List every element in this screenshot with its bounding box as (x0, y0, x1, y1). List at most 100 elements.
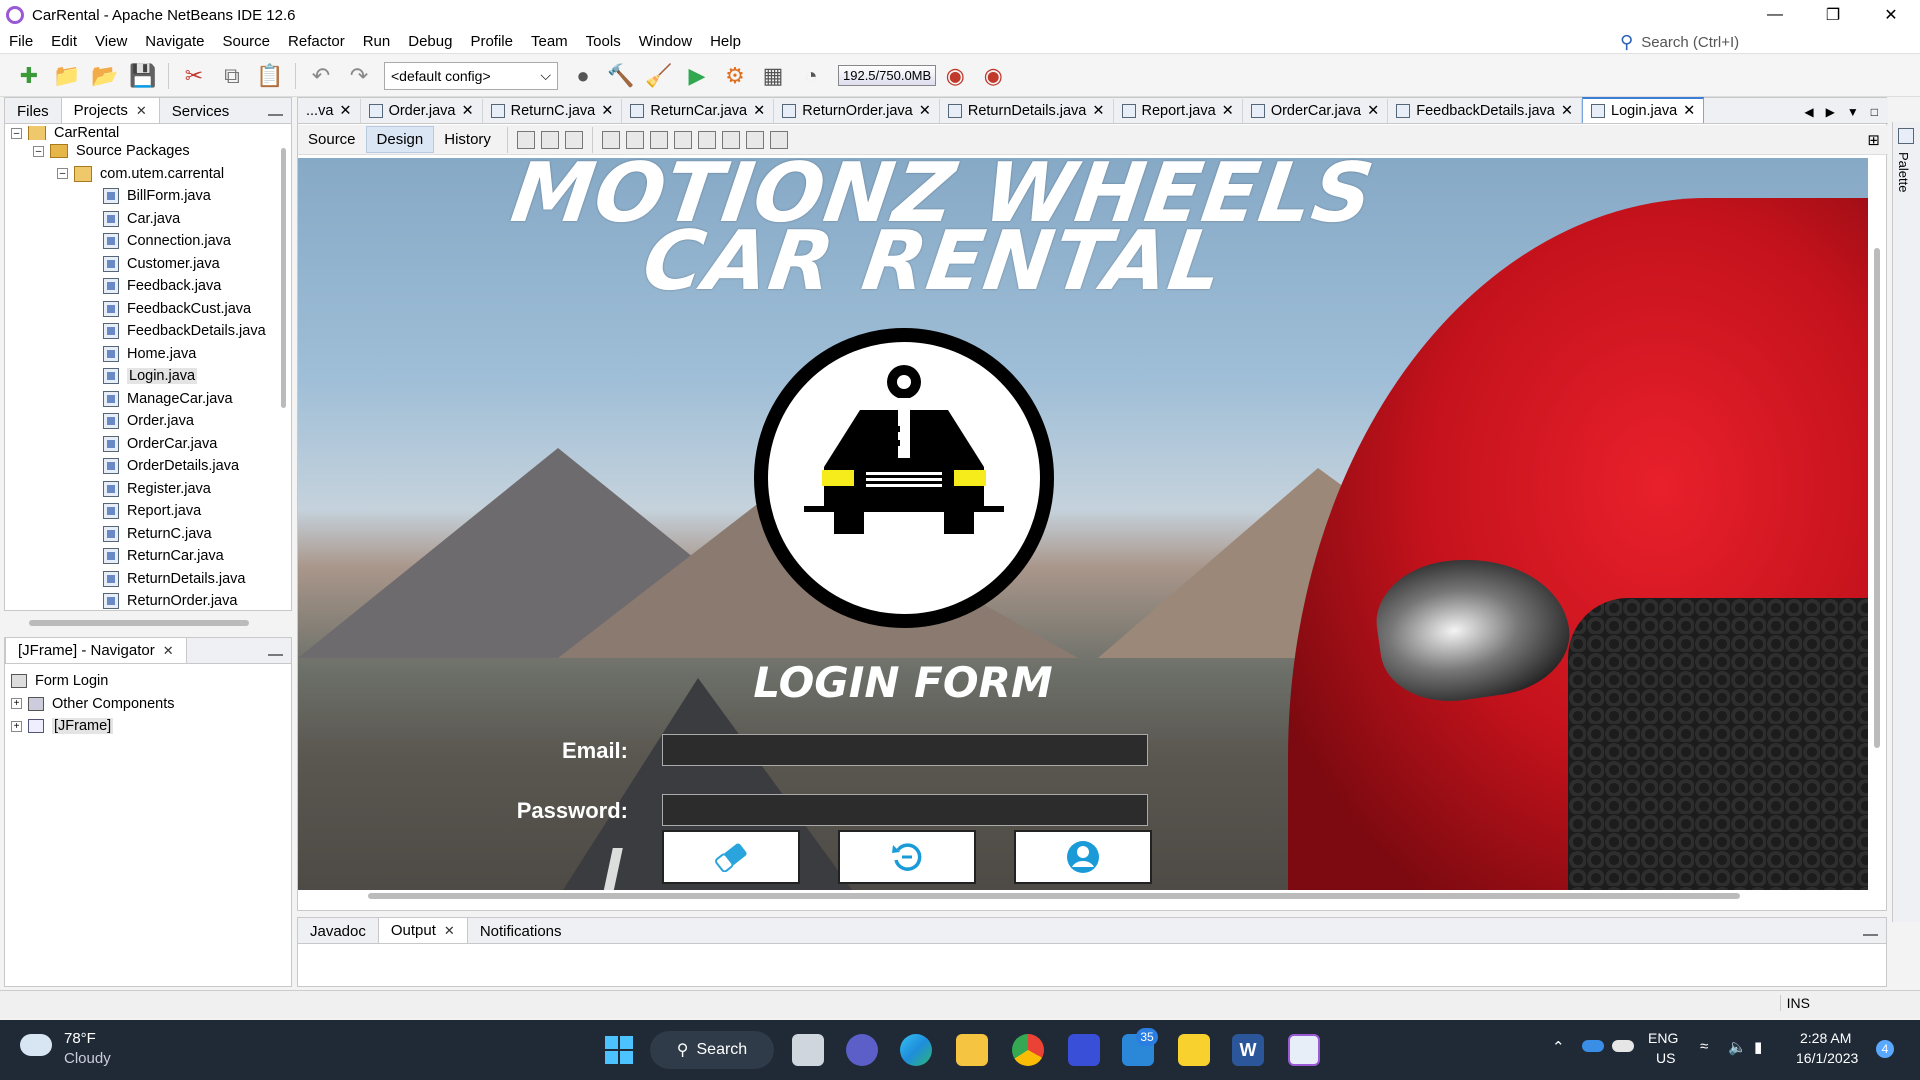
tree-file[interactable]: FeedbackCust.java (5, 298, 291, 321)
align-middle-icon[interactable] (721, 130, 740, 149)
new-project-icon[interactable]: 📁 (52, 61, 82, 91)
design-canvas[interactable]: MOTIONZ WHEELS CAR RENTAL LOGIN FORM Ema… (298, 158, 1868, 890)
undo-icon[interactable]: ↶ (306, 61, 336, 91)
editor-tab[interactable]: Report.java ✕ (1114, 99, 1243, 123)
pen-app-icon[interactable] (1068, 1034, 1100, 1066)
editor-tab-active[interactable]: Login.java ✕ (1582, 97, 1705, 123)
tree-file[interactable]: Register.java (5, 478, 291, 501)
netbeans-taskbar-icon[interactable] (1288, 1034, 1320, 1066)
collapse-icon[interactable]: – (33, 145, 44, 157)
weather-temp[interactable]: 78°F (64, 1030, 96, 1047)
profiler-gauge-icon[interactable]: ◔ (796, 61, 826, 91)
word-icon[interactable]: W (1232, 1034, 1264, 1066)
menu-profile[interactable]: Profile (461, 33, 522, 50)
collapse-icon[interactable]: – (57, 168, 68, 180)
editor-tab[interactable]: ReturnDetails.java ✕ (940, 99, 1114, 123)
gc-snapshot-icon[interactable]: ◉ (978, 61, 1008, 91)
build-icon[interactable]: 🔨 (606, 61, 636, 91)
tab-files[interactable]: Files (5, 99, 61, 123)
tree-file[interactable]: Home.java (5, 343, 291, 366)
close-icon[interactable]: ✕ (1367, 103, 1379, 119)
menu-view[interactable]: View (86, 33, 136, 50)
tree-file[interactable]: Feedback.java (5, 275, 291, 298)
cloud-icon[interactable] (1612, 1040, 1634, 1052)
nav-jframe[interactable]: + [JFrame] (5, 715, 291, 738)
taskbar-search[interactable]: ⚲ Search (650, 1031, 774, 1069)
tab-services[interactable]: Services (160, 99, 242, 123)
sticky-notes-icon[interactable] (1178, 1034, 1210, 1066)
editor-tab[interactable]: Order.java ✕ (361, 99, 483, 123)
edge-icon[interactable] (900, 1034, 932, 1066)
tree-file[interactable]: OrderCar.java (5, 433, 291, 456)
menu-refactor[interactable]: Refactor (279, 33, 354, 50)
tree-file[interactable]: ReturnOrder.java (5, 590, 291, 613)
run-icon[interactable]: ▶ (682, 61, 712, 91)
minimize-button[interactable]: — (1746, 0, 1804, 30)
palette-icon[interactable] (1898, 128, 1914, 144)
open-project-icon[interactable]: 📂 (90, 61, 120, 91)
nav-form-login[interactable]: Form Login (5, 670, 291, 693)
config-select[interactable]: <default config> ⌵ (384, 61, 558, 90)
selection-mode-icon[interactable] (516, 130, 535, 149)
menu-edit[interactable]: Edit (42, 33, 86, 50)
weather-desc[interactable]: Cloudy (64, 1050, 111, 1067)
ide-search[interactable]: ⚲ Search (Ctrl+I) (1620, 30, 1890, 54)
tree-file[interactable]: ReturnC.java (5, 523, 291, 546)
copy-icon[interactable]: ⧉ (217, 61, 247, 91)
editor-tab[interactable]: ...va ✕ (298, 99, 361, 123)
new-file-icon[interactable]: ✚ (14, 61, 44, 91)
reset-button[interactable] (838, 830, 976, 884)
start-icon[interactable] (603, 1034, 635, 1066)
cut-icon[interactable]: ✂ (179, 61, 209, 91)
tree-file[interactable]: Connection.java (5, 230, 291, 253)
tab-projects[interactable]: Projects ✕ (60, 97, 160, 123)
profile-icon[interactable]: ▦ (758, 61, 788, 91)
save-all-icon[interactable]: 💾 (128, 61, 158, 91)
tab-list-icon[interactable]: ▼ (1847, 105, 1859, 119)
tab-design[interactable]: Design (365, 126, 435, 153)
expand-icon[interactable]: + (11, 720, 22, 732)
scroll-right-icon[interactable]: ▶ (1826, 105, 1835, 119)
wifi-icon[interactable]: ≈ (1700, 1038, 1708, 1055)
login-button[interactable] (1014, 830, 1152, 884)
menu-window[interactable]: Window (630, 33, 701, 50)
menu-help[interactable]: Help (701, 33, 750, 50)
chevron-up-icon[interactable]: ⌃ (1552, 1038, 1565, 1056)
clean-build-icon[interactable]: 🧹 (644, 61, 674, 91)
canvas-hscrollbar[interactable] (368, 893, 1740, 899)
weather-cloud-icon[interactable] (20, 1034, 52, 1056)
region-indicator[interactable]: US (1656, 1050, 1675, 1066)
close-icon[interactable]: ✕ (919, 103, 931, 119)
close-icon[interactable]: ✕ (601, 103, 613, 119)
debug-icon[interactable]: ⚙ (720, 61, 750, 91)
language-indicator[interactable]: ENG (1648, 1030, 1678, 1046)
close-window-button[interactable]: ✕ (1862, 0, 1920, 30)
tab-history[interactable]: History (434, 127, 501, 152)
tree-package[interactable]: – com.utem.carrental (5, 163, 291, 186)
tree-file[interactable]: FeedbackDetails.java (5, 320, 291, 343)
tree-vscrollbar[interactable] (281, 148, 286, 408)
palette-label[interactable]: Palette (1896, 152, 1911, 192)
close-icon[interactable]: ✕ (1683, 103, 1695, 119)
nav-other-components[interactable]: + Other Components (5, 693, 291, 716)
close-icon[interactable]: ✕ (753, 103, 765, 119)
close-icon[interactable]: ✕ (1561, 103, 1573, 119)
password-field[interactable] (662, 794, 1148, 826)
align-bottom-icon[interactable] (697, 130, 716, 149)
menu-tools[interactable]: Tools (577, 33, 630, 50)
onedrive-icon[interactable] (1582, 1040, 1604, 1052)
grid-icon[interactable]: ⊞ (1867, 131, 1880, 149)
tree-file[interactable]: Order.java (5, 410, 291, 433)
tree-file[interactable]: ReturnDetails.java (5, 568, 291, 591)
tab-output[interactable]: Output ✕ (377, 917, 468, 943)
paste-icon[interactable]: 📋 (255, 61, 285, 91)
tree-file[interactable]: Report.java (5, 500, 291, 523)
restore-button[interactable]: ❐ (1804, 0, 1862, 30)
tree-file[interactable]: ReturnCar.java (5, 545, 291, 568)
editor-tab[interactable]: ReturnOrder.java ✕ (774, 99, 940, 123)
close-icon[interactable]: ✕ (339, 103, 351, 119)
minimize-panel-icon[interactable]: — (1863, 926, 1878, 943)
notification-badge[interactable]: 4 (1876, 1040, 1894, 1058)
task-view-icon[interactable] (792, 1034, 824, 1066)
memory-indicator[interactable]: 192.5/750.0MB (838, 65, 937, 86)
